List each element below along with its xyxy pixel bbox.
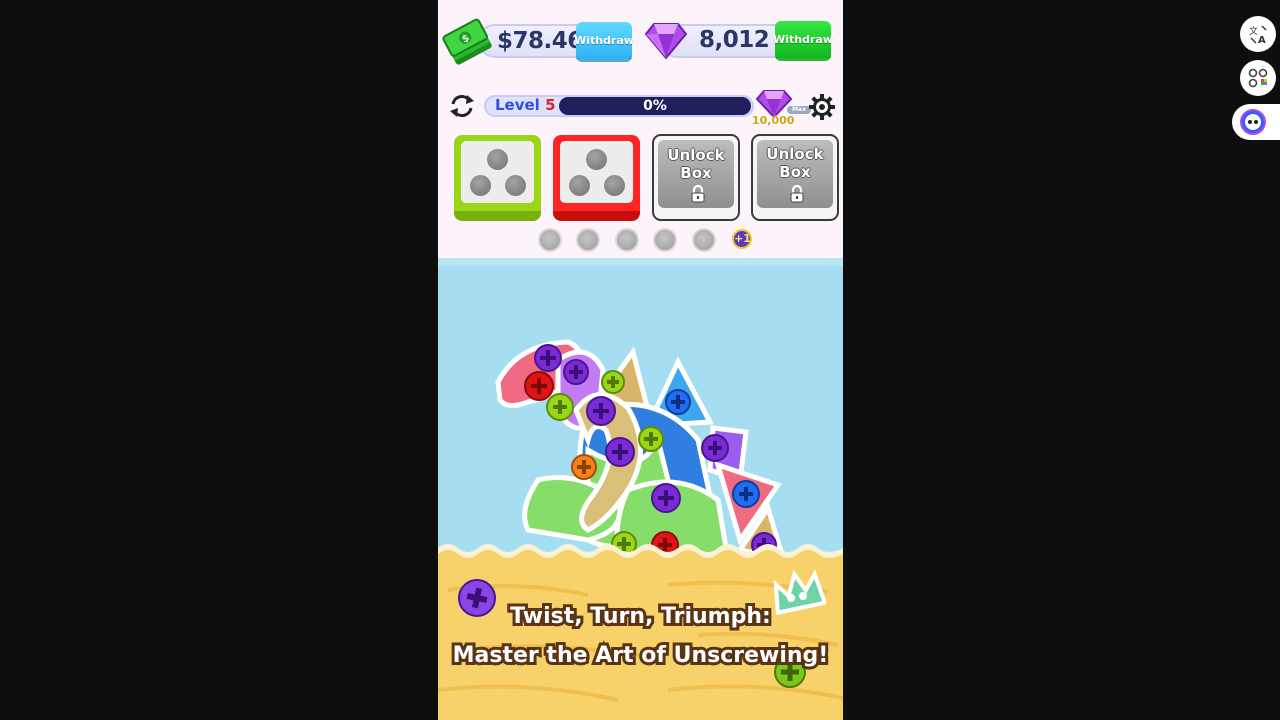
screw-hole bbox=[569, 175, 590, 196]
svg-text:A: A bbox=[1258, 35, 1266, 44]
screw-box-lime[interactable] bbox=[454, 135, 541, 221]
cash-balance-value: $78.46 bbox=[497, 28, 583, 54]
screw-hole bbox=[470, 175, 491, 196]
apps-grid-icon bbox=[1248, 68, 1268, 88]
unlock-box-button-1[interactable]: Unlock Box bbox=[652, 134, 740, 221]
game-viewport: $ $78.46 Withdraw 8,012 Withdraw Level 5… bbox=[438, 0, 843, 720]
screw-purple-icon bbox=[563, 359, 589, 385]
screw-purple-icon bbox=[701, 434, 729, 462]
screw-purple-icon bbox=[605, 437, 635, 467]
screw-box-tray bbox=[461, 141, 534, 203]
restart-icon[interactable] bbox=[448, 93, 476, 119]
screw-hole bbox=[505, 175, 526, 196]
screw-lime-icon bbox=[546, 393, 574, 421]
settings-gear-icon[interactable] bbox=[808, 93, 836, 121]
purple-gem-icon bbox=[644, 23, 688, 60]
screen: $ $78.46 Withdraw 8,012 Withdraw Level 5… bbox=[0, 0, 1280, 720]
padlock-icon bbox=[691, 185, 705, 203]
screw-purple-icon bbox=[586, 396, 616, 426]
screw-hole bbox=[487, 149, 508, 170]
empty-screw-slot bbox=[538, 228, 562, 252]
screw-purple-icon bbox=[651, 483, 681, 513]
translate-button[interactable]: 文 A bbox=[1240, 16, 1276, 52]
screw-blue-icon bbox=[665, 389, 691, 415]
empty-screw-slot bbox=[615, 228, 639, 252]
empty-screw-slot bbox=[653, 228, 677, 252]
add-slot-button[interactable]: +1 bbox=[732, 229, 752, 249]
empty-screw-slot bbox=[692, 228, 716, 252]
level-number: 5 bbox=[545, 96, 556, 114]
screw-lime-icon bbox=[601, 370, 625, 394]
screw-orange-icon bbox=[571, 454, 597, 480]
apps-button[interactable] bbox=[1240, 60, 1276, 96]
screw-blue-icon bbox=[732, 480, 760, 508]
svg-text:文: 文 bbox=[1249, 25, 1258, 37]
reward-amount: 10,000 bbox=[752, 114, 795, 127]
screw-hole bbox=[586, 149, 607, 170]
gem-withdraw-button[interactable]: Withdraw bbox=[773, 21, 833, 61]
unlock-box-label: Unlock bbox=[766, 145, 824, 163]
gem-balance-value: 8,012 bbox=[699, 27, 770, 53]
screw-purple-icon bbox=[534, 344, 562, 372]
cash-stack-icon: $ bbox=[442, 18, 492, 65]
tagline-line-1: Twist, Turn, Triumph: bbox=[507, 601, 774, 632]
screw-box-tray bbox=[560, 141, 633, 203]
unlock-box-button-2[interactable]: Unlock Box bbox=[751, 134, 839, 221]
play-area-top-edge bbox=[438, 258, 843, 266]
tagline-line-2: Master the Art of Unscrewing! bbox=[450, 640, 832, 671]
unlock-box-label: Box bbox=[779, 163, 811, 181]
screw-lime-icon bbox=[638, 426, 664, 452]
assistant-face-icon bbox=[1240, 109, 1266, 135]
assistant-tab-button[interactable] bbox=[1232, 104, 1280, 140]
unlock-box-label: Unlock bbox=[667, 146, 725, 164]
dinosaur-puzzle[interactable] bbox=[478, 330, 798, 560]
level-progress-text: 0% bbox=[643, 98, 667, 114]
level-label: Level 5 bbox=[495, 96, 556, 114]
screw-box-red[interactable] bbox=[553, 135, 640, 221]
unlock-box-label: Box bbox=[680, 164, 712, 182]
screw-hole bbox=[604, 175, 625, 196]
screw-red-icon bbox=[524, 371, 554, 401]
padlock-icon bbox=[790, 185, 804, 203]
translate-icon: 文 A bbox=[1249, 25, 1267, 44]
cash-withdraw-button[interactable]: Withdraw bbox=[574, 22, 634, 62]
sand-ground bbox=[438, 544, 843, 720]
empty-screw-slot bbox=[576, 228, 600, 252]
